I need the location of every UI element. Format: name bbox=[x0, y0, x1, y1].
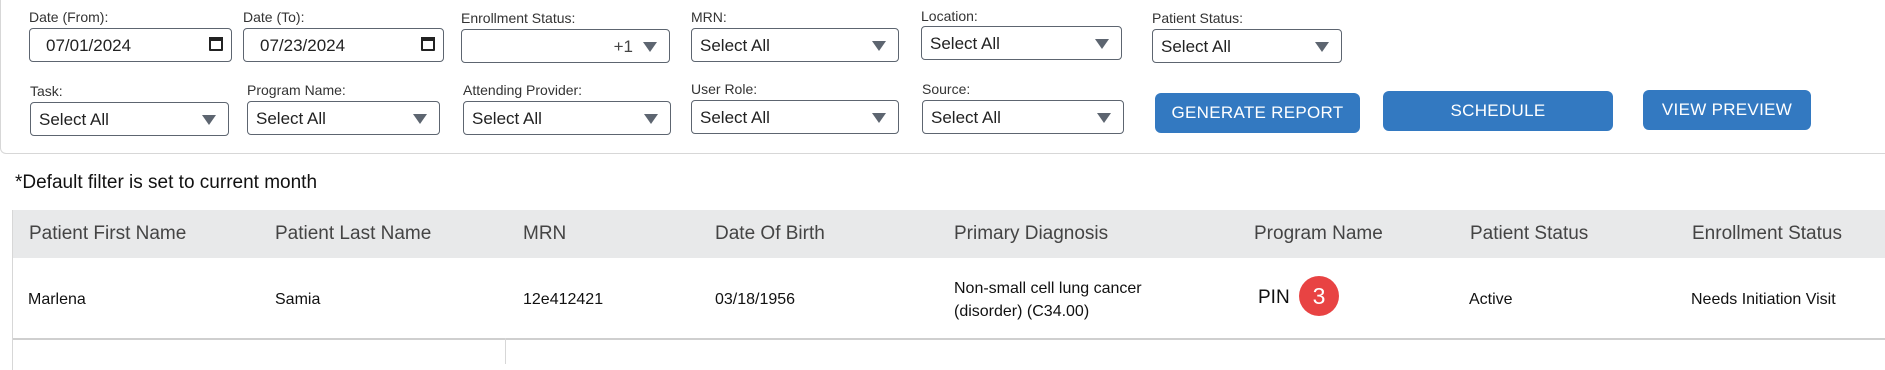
task-select[interactable]: Select All bbox=[30, 102, 229, 136]
date-to-value: 07/23/2024 bbox=[260, 36, 346, 55]
mrn-label: MRN: bbox=[691, 9, 727, 25]
program-count-badge[interactable]: 3 bbox=[1299, 276, 1339, 316]
cell-patient-status: Active bbox=[1469, 291, 1513, 308]
header-program-name[interactable]: Program Name bbox=[1254, 223, 1383, 245]
location-label: Location: bbox=[921, 8, 978, 24]
mrn-select[interactable]: Select All bbox=[691, 28, 899, 62]
attending-provider-field: Attending Provider: Select All bbox=[463, 82, 671, 138]
cell-dob: 03/18/1956 bbox=[715, 291, 796, 308]
header-primary-diagnosis[interactable]: Primary Diagnosis bbox=[954, 223, 1108, 245]
generate-report-button[interactable]: GENERATE REPORT bbox=[1155, 93, 1360, 133]
program-name-value: Select All bbox=[256, 109, 326, 128]
enrollment-status-field: Enrollment Status: +1 bbox=[461, 10, 670, 66]
enrollment-status-label: Enrollment Status: bbox=[461, 10, 576, 26]
date-from-input[interactable]: 07/01/2024 bbox=[29, 28, 232, 62]
patient-status-select[interactable]: Select All bbox=[1152, 29, 1342, 63]
mrn-value: Select All bbox=[700, 36, 770, 55]
user-role-label: User Role: bbox=[691, 81, 758, 97]
enrollment-status-select[interactable]: +1 bbox=[461, 29, 670, 63]
calendar-icon[interactable] bbox=[421, 37, 435, 51]
date-to-field: Date (To): 07/23/2024 bbox=[243, 9, 444, 65]
caret-down-icon bbox=[872, 113, 886, 123]
report-table: Patient First Name Patient Last Name MRN… bbox=[12, 210, 1885, 370]
cell-first-name: Marlena bbox=[28, 291, 86, 308]
caret-down-icon bbox=[643, 42, 657, 52]
location-value: Select All bbox=[930, 34, 1000, 53]
caret-down-icon bbox=[1315, 42, 1329, 52]
cell-last-name: Samia bbox=[275, 291, 321, 308]
header-patient-status[interactable]: Patient Status bbox=[1470, 223, 1588, 245]
cell-program-name: PIN bbox=[1258, 287, 1290, 308]
caret-down-icon bbox=[202, 115, 216, 125]
cell-diagnosis-line2: (disorder) (C34.00) bbox=[954, 303, 1090, 320]
default-filter-note: *Default filter is set to current month bbox=[15, 172, 318, 193]
location-select[interactable]: Select All bbox=[921, 26, 1122, 60]
caret-down-icon bbox=[644, 114, 658, 124]
attending-provider-value: Select All bbox=[472, 109, 542, 128]
date-from-value: 07/01/2024 bbox=[46, 36, 132, 55]
schedule-button[interactable]: SCHEDULE bbox=[1383, 91, 1613, 131]
program-name-select[interactable]: Select All bbox=[247, 101, 440, 135]
table-row[interactable]: Marlena Samia 12e412421 03/18/1956 Non-s… bbox=[13, 258, 1885, 340]
task-field: Task: Select All bbox=[30, 83, 229, 139]
patient-status-value: Select All bbox=[1161, 37, 1231, 56]
date-from-label: Date (From): bbox=[29, 9, 109, 25]
cell-enrollment-status: Needs Initiation Visit bbox=[1691, 291, 1836, 308]
caret-down-icon bbox=[1095, 39, 1109, 49]
program-name-field: Program Name: Select All bbox=[247, 82, 440, 138]
source-select[interactable]: Select All bbox=[922, 100, 1124, 134]
mrn-field: MRN: Select All bbox=[691, 9, 899, 65]
cell-mrn: 12e412421 bbox=[523, 291, 604, 308]
task-value: Select All bbox=[39, 110, 109, 129]
patient-status-label: Patient Status: bbox=[1152, 10, 1244, 26]
table-header: Patient First Name Patient Last Name MRN… bbox=[13, 210, 1885, 258]
patient-status-field: Patient Status: Select All bbox=[1152, 10, 1342, 66]
source-value: Select All bbox=[931, 108, 1001, 127]
date-to-label: Date (To): bbox=[243, 9, 305, 25]
location-field: Location: Select All bbox=[921, 8, 1122, 64]
date-from-field: Date (From): 07/01/2024 bbox=[29, 9, 232, 65]
header-first-name[interactable]: Patient First Name bbox=[29, 223, 186, 245]
column-divider bbox=[505, 338, 506, 364]
caret-down-icon bbox=[413, 114, 427, 124]
header-dob[interactable]: Date Of Birth bbox=[715, 223, 825, 245]
date-to-input[interactable]: 07/23/2024 bbox=[243, 28, 444, 62]
header-mrn[interactable]: MRN bbox=[523, 223, 566, 245]
header-last-name[interactable]: Patient Last Name bbox=[275, 223, 431, 245]
cell-diagnosis-line1: Non-small cell lung cancer bbox=[954, 280, 1142, 297]
program-name-label: Program Name: bbox=[247, 82, 346, 98]
source-label: Source: bbox=[922, 81, 971, 97]
user-role-field: User Role: Select All bbox=[691, 81, 899, 137]
task-label: Task: bbox=[30, 83, 63, 99]
caret-down-icon bbox=[1097, 113, 1111, 123]
filter-panel: Date (From): 07/01/2024 Date (To): 07/23… bbox=[0, 0, 1885, 154]
attending-provider-select[interactable]: Select All bbox=[463, 101, 671, 135]
caret-down-icon bbox=[872, 41, 886, 51]
attending-provider-label: Attending Provider: bbox=[463, 82, 583, 98]
view-preview-button[interactable]: VIEW PREVIEW bbox=[1643, 90, 1811, 130]
enrollment-status-count: +1 bbox=[613, 37, 633, 56]
source-field: Source: Select All bbox=[922, 81, 1124, 137]
header-enrollment-status[interactable]: Enrollment Status bbox=[1692, 223, 1842, 245]
user-role-value: Select All bbox=[700, 108, 770, 127]
calendar-icon[interactable] bbox=[209, 37, 223, 51]
user-role-select[interactable]: Select All bbox=[691, 100, 899, 134]
